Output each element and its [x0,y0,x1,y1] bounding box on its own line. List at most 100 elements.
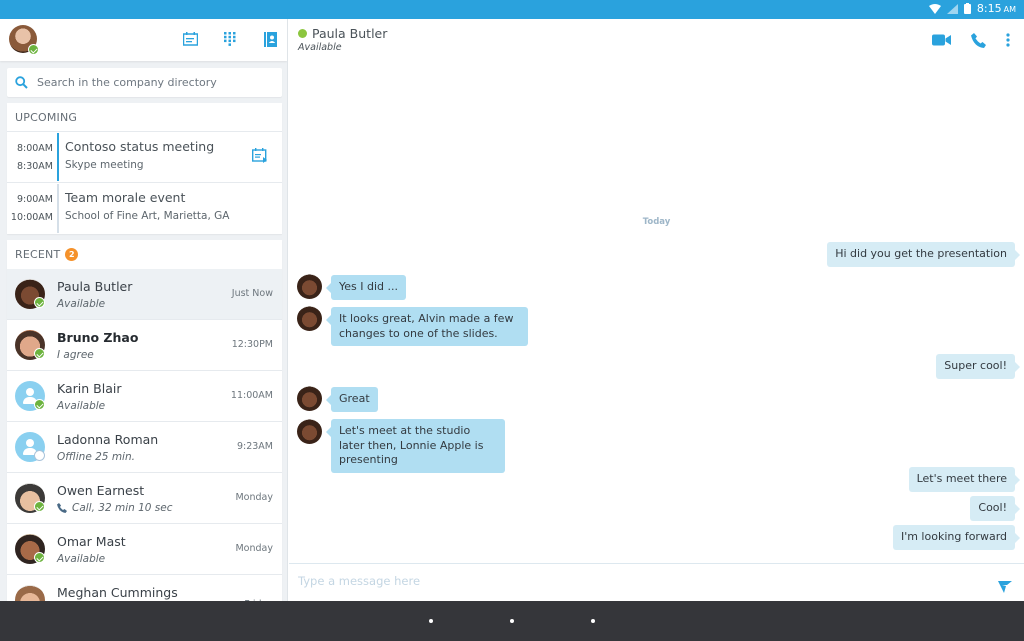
outgoing-message: Super cool! [936,354,1020,379]
unread-badge: 2 [65,248,79,261]
message-composer [289,563,1024,601]
clock-ampm: AM [1003,5,1016,14]
navigation-bar [0,601,1024,641]
battery-icon [963,3,971,14]
contact-status-text: Available [57,400,106,412]
incoming-message: Yes I did ... [325,275,407,300]
event-indicator [57,184,59,233]
presence-offline-icon [34,450,45,461]
presence-available-icon [34,297,45,308]
contact-status: I agree [57,349,94,361]
outgoing-message: Cool! [970,496,1020,521]
contact-avatar [15,585,45,601]
presence-available-icon [34,348,45,359]
sender-avatar [297,274,322,299]
contact-status-text: Call, 32 min 10 sec [72,502,173,514]
incoming-message: Let's meet at the studio later then, Lon… [326,419,505,473]
sender-avatar [297,306,322,331]
recent-title-label: RECENT [15,248,61,261]
contact-status: Offline 25 min. [57,451,135,463]
event-title: Contoso status meeting [65,139,215,154]
conversation-panel: Paula Butler Available Today Hi did you … [289,19,1024,601]
wifi-icon [928,3,941,14]
event-start: 8:00AM [16,143,53,154]
event-indicator [57,133,59,181]
dialpad-icon[interactable] [221,30,239,48]
contact-time: Monday [235,492,273,503]
presence-available-icon [34,501,45,512]
recent-section: RECENT 2 Paula Butler Available Just Now … [7,240,282,601]
contact-name: Omar Mast [57,534,126,549]
upcoming-title: UPCOMING [7,103,282,132]
event-item[interactable]: 8:00AM 8:30AM Contoso status meeting Skyp… [7,132,282,183]
search-icon [15,76,28,89]
phone-icon [57,503,67,513]
send-icon[interactable] [998,578,1012,593]
contact-status: Available [57,298,105,310]
contact-item[interactable]: Omar Mast Available Monday [7,524,282,575]
contact-item[interactable]: Ladonna Roman Offline 25 min. 9:23AM [7,422,282,473]
event-end: 8:30AM [16,161,53,172]
video-call-icon[interactable] [932,32,951,48]
contact-time: Just Now [231,288,273,299]
contact-status-text: Offline 25 min. [57,451,135,463]
incoming-message: It looks great, Alvin made a few changes… [326,307,528,346]
outgoing-message: I'm looking forward [892,525,1021,550]
contact-name: Karin Blair [57,381,122,396]
contact-name: Owen Earnest [57,483,145,498]
event-item[interactable]: 9:00AM 10:00AM Team morale event School o… [7,183,282,234]
contact-item[interactable]: Owen Earnest Call, 32 min 10 sec Monday [7,473,282,524]
sender-avatar [297,419,322,444]
sidebar-header [0,19,287,61]
contact-time: 9:23AM [236,441,273,452]
more-options-icon[interactable] [1006,32,1010,48]
contact-name: Meghan Cummings [57,585,178,600]
upcoming-section: UPCOMING 8:00AM 8:30AM Contoso status mee… [7,103,282,234]
contact-status-text: I agree [57,349,94,361]
conversation-contact-name[interactable]: Paula Butler [312,26,387,41]
recent-title: RECENT 2 [7,240,282,269]
event-title: Team morale event [65,190,186,205]
incoming-message: Great [326,387,378,412]
nav-recents-button[interactable] [591,619,595,623]
contact-item[interactable]: Meghan Cummings Friday [7,575,282,601]
contact-time: 12:30PM [231,339,273,350]
join-meeting-icon[interactable] [251,148,268,164]
contact-item[interactable]: Bruno Zhao I agree 12:30PM [7,320,282,371]
outgoing-message: Hi did you get the presentation [827,242,1020,267]
contact-name: Bruno Zhao [57,330,139,345]
presence-available-icon [298,29,307,38]
nav-home-button[interactable] [510,619,514,623]
directory-search[interactable] [7,68,282,97]
contact-status-text: Available [57,553,106,565]
clock-time: 8:15 [976,2,1002,15]
contact-time: Monday [235,543,273,554]
sidebar: UPCOMING 8:00AM 8:30AM Contoso status mee… [0,19,288,601]
contact-status: Available [57,553,105,565]
message-input[interactable] [298,574,948,588]
sender-avatar [297,386,322,411]
presence-available-icon [34,552,45,563]
nav-back-button[interactable] [429,619,433,623]
presence-available-icon [34,399,45,410]
contact-status: Available [57,400,105,412]
conversation-contact-status: Available [298,42,342,53]
contact-item[interactable]: Paula Butler Available Just Now [7,269,282,320]
contact-status: Call, 32 min 10 sec [57,502,173,514]
contacts-icon[interactable] [261,30,279,48]
contact-status-text: Available [57,298,106,310]
signal-icon [946,3,958,14]
phone-call-icon[interactable] [971,32,986,48]
status-bar: 8:15 AM [0,0,1024,19]
date-separator: Today [642,217,671,227]
meetings-icon[interactable] [181,30,199,48]
event-end: 10:00AM [10,212,53,223]
event-subtitle: School of Fine Art, Marietta, GA [65,210,230,222]
outgoing-message: Let's meet there [908,467,1021,492]
search-input[interactable] [37,76,267,89]
contact-name: Paula Butler [57,279,133,294]
contact-name: Ladonna Roman [57,432,159,447]
event-start: 9:00AM [16,194,53,205]
event-subtitle: Skype meeting [65,159,144,171]
contact-item[interactable]: Karin Blair Available 11:00AM [7,371,282,422]
